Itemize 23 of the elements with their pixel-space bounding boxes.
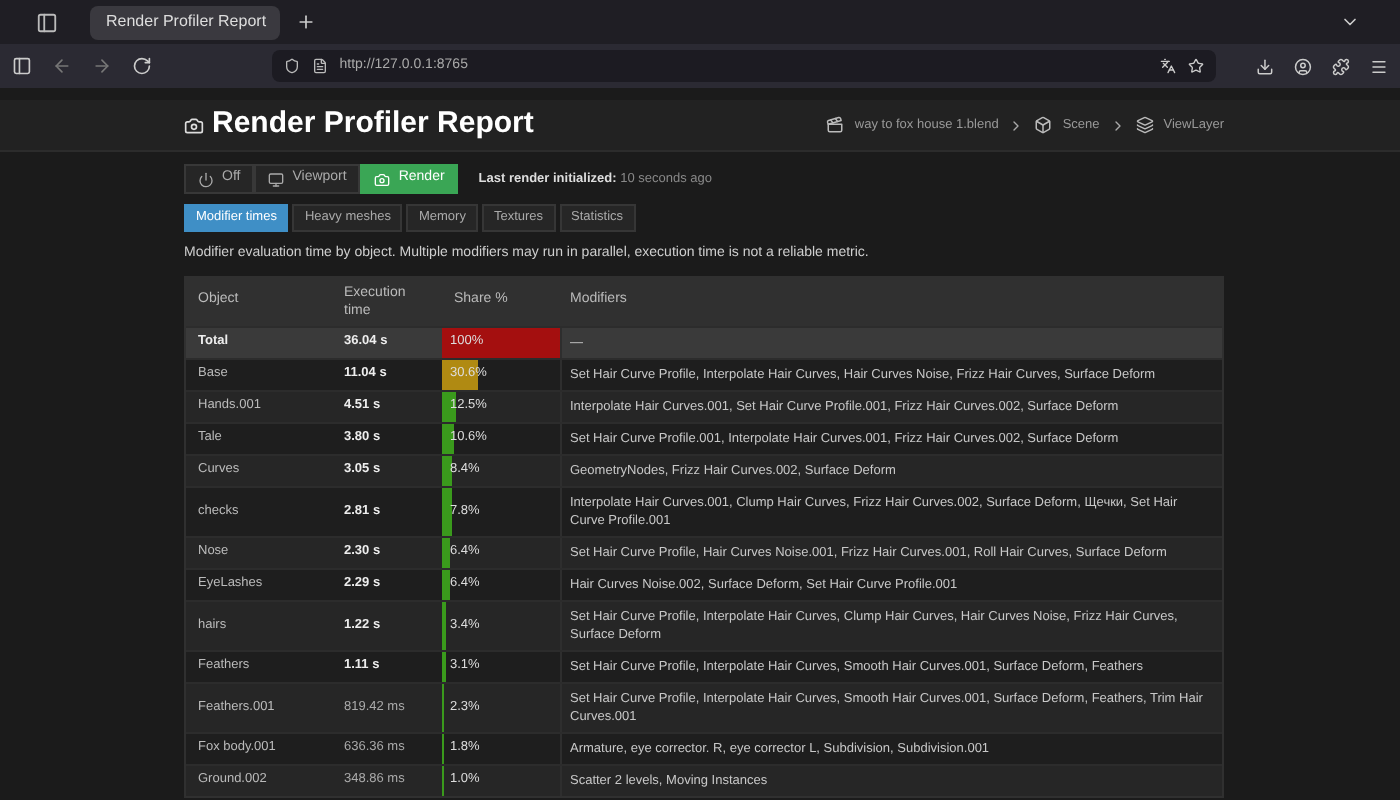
bookmark-icon[interactable] [1188, 58, 1205, 74]
forward-icon[interactable] [91, 56, 112, 76]
breadcrumb-icon [1135, 116, 1154, 134]
reload-icon[interactable] [131, 56, 152, 76]
page-icon [311, 58, 328, 74]
monitor-icon [268, 171, 285, 187]
browser-tab[interactable]: Render Profiler Report [90, 5, 280, 39]
translate-icon[interactable] [1160, 58, 1177, 74]
menu-icon[interactable] [1370, 57, 1388, 75]
download-icon[interactable] [1256, 57, 1275, 75]
camera-icon [184, 115, 204, 135]
back-icon[interactable] [51, 56, 72, 76]
sidebar-icon[interactable] [12, 56, 32, 76]
power-icon [198, 171, 214, 187]
page-title: Render Profiler Report [212, 104, 534, 145]
extensions-icon[interactable] [1332, 57, 1351, 75]
account-icon[interactable] [1294, 57, 1313, 75]
sidebar-icon[interactable] [36, 11, 58, 33]
shield-icon [283, 58, 300, 74]
breadcrumb-icon [826, 116, 845, 134]
camera-icon [374, 171, 391, 187]
new-tab-icon[interactable] [296, 12, 316, 32]
breadcrumb-icon [1034, 116, 1053, 134]
